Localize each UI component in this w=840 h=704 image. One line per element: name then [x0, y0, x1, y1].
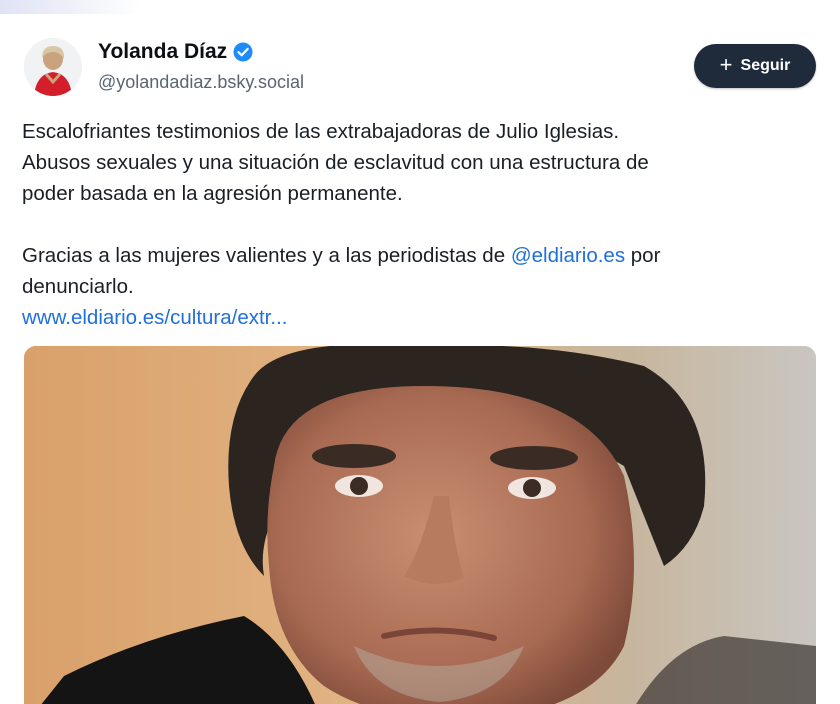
post-text-segment: por [625, 244, 661, 267]
follow-button[interactable]: + Seguir [694, 44, 816, 88]
verified-badge-icon [233, 42, 253, 62]
author-name[interactable]: Yolanda Díaz [98, 40, 253, 64]
post-text: Escalofriantes testimonios de las extrab… [22, 116, 818, 333]
avatar[interactable] [24, 38, 82, 96]
mention-link[interactable]: @eldiario.es [511, 244, 625, 267]
post-text-line: denunciarlo. [22, 275, 134, 298]
post-header: Yolanda Díaz @yolandadiaz.bsky.social + … [22, 36, 818, 100]
post-text-segment: Gracias a las mujeres valientes y a las … [22, 244, 511, 267]
follow-button-label: Seguir [740, 57, 791, 74]
post-text-line: Abusos sexuales y una situación de escla… [22, 151, 649, 174]
post-text-line: poder basada en la agresión permanente. [22, 182, 403, 205]
post-screen: Yolanda Díaz @yolandadiaz.bsky.social + … [0, 0, 840, 704]
top-edge [0, 0, 840, 14]
author-name-text[interactable]: Yolanda Díaz [98, 40, 227, 64]
link-card-image[interactable] [24, 346, 816, 704]
external-link[interactable]: www.eldiario.es/cultura/extr... [22, 302, 818, 333]
post-text-line: Escalofriantes testimonios de las extrab… [22, 120, 620, 143]
plus-icon: + [719, 52, 733, 77]
author-handle[interactable]: @yolandadiaz.bsky.social [98, 72, 304, 93]
post-text-line: Gracias a las mujeres valientes y a las … [22, 240, 818, 271]
